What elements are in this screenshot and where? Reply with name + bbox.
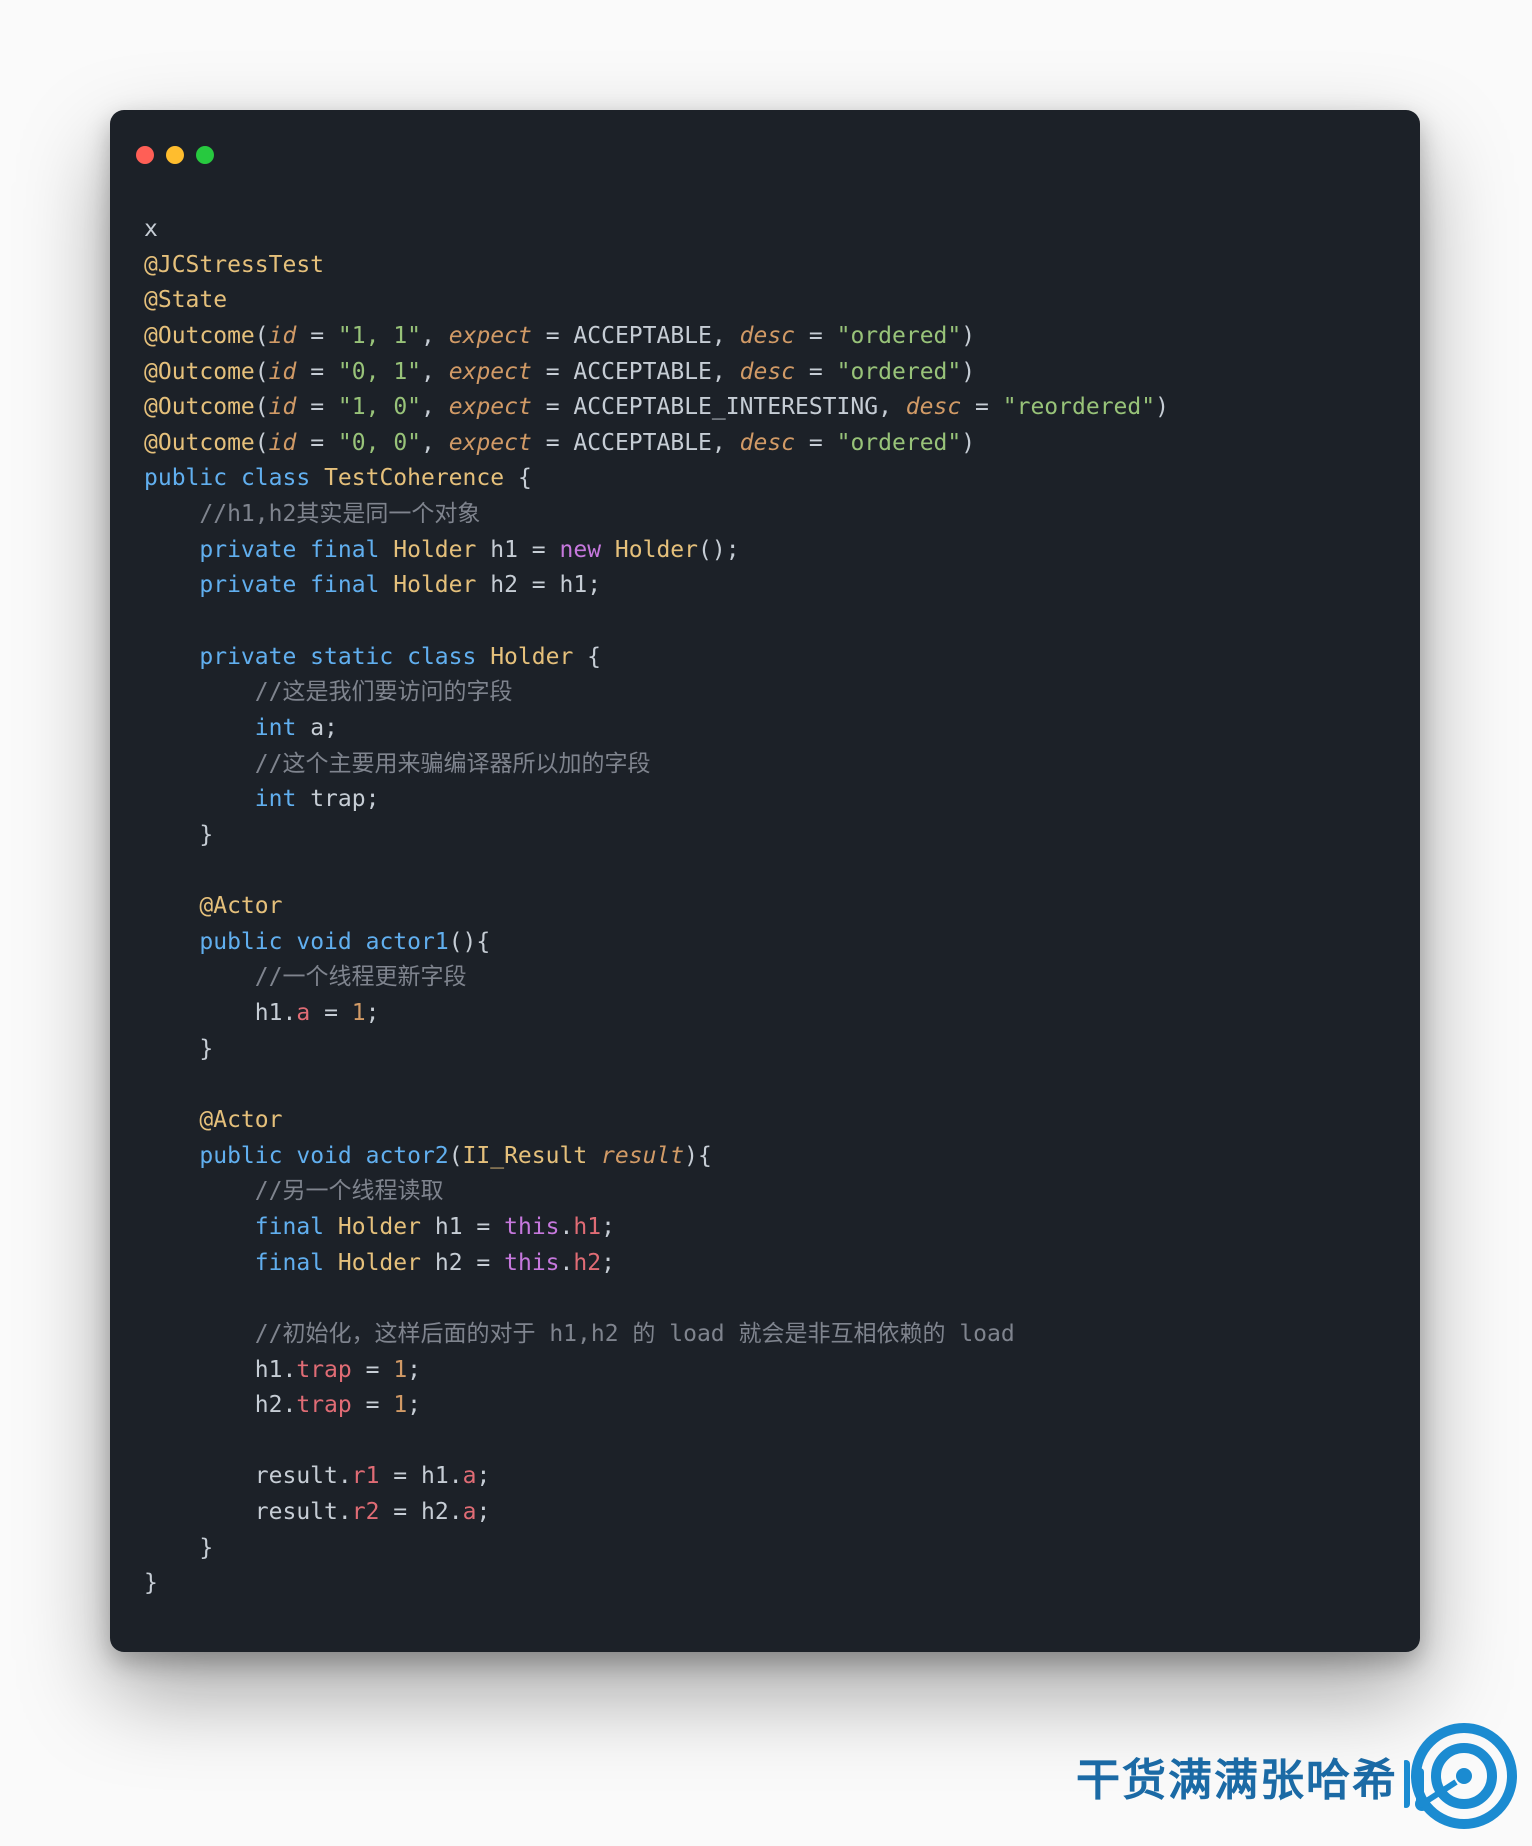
- close-icon[interactable]: [136, 146, 154, 164]
- kw-public: public: [199, 929, 282, 955]
- field: h1: [490, 537, 518, 563]
- outcome-expect: ACCEPTABLE: [573, 359, 711, 385]
- num: 1: [352, 1000, 366, 1026]
- kw-final: final: [255, 1214, 324, 1240]
- comment: //这个主要用来骗编译器所以加的字段: [255, 751, 651, 777]
- kw-mods: private final: [199, 537, 379, 563]
- kw-type: int: [255, 786, 297, 812]
- kw-this: this: [504, 1250, 559, 1276]
- prop: r1: [352, 1463, 380, 1489]
- expr: h1: [255, 1357, 283, 1383]
- outcome-desc: ordered: [850, 323, 947, 349]
- kw-void: void: [296, 929, 351, 955]
- kw-type: int: [255, 715, 297, 741]
- method-name: actor1: [366, 929, 449, 955]
- expr: h1: [560, 572, 588, 598]
- watermark-icon: [1404, 1716, 1524, 1836]
- window-titlebar: [110, 110, 1420, 178]
- outcome-expect: ACCEPTABLE: [573, 430, 711, 456]
- outcome-desc: reordered: [1017, 394, 1142, 420]
- comment: //h1,h2其实是同一个对象: [199, 501, 480, 527]
- annotation-state: @State: [144, 287, 227, 313]
- type: II_Result: [463, 1143, 588, 1169]
- prop: trap: [296, 1357, 351, 1383]
- comment: //这是我们要访问的字段: [255, 679, 513, 705]
- annotation-actor: @Actor: [199, 1107, 282, 1133]
- field: a: [310, 715, 324, 741]
- annotation-outcome: @Outcome: [144, 323, 255, 349]
- kw-public: public: [199, 1143, 282, 1169]
- expr: h2: [255, 1392, 283, 1418]
- type: Holder: [338, 1214, 421, 1240]
- kw-mods: private static class: [199, 644, 476, 670]
- prop: a: [463, 1463, 477, 1489]
- outcome-expect: ACCEPTABLE_INTERESTING: [573, 394, 878, 420]
- type: Holder: [393, 537, 476, 563]
- prop: r2: [352, 1499, 380, 1525]
- num: 1: [393, 1392, 407, 1418]
- type: Holder: [393, 572, 476, 598]
- method-name: actor2: [366, 1143, 449, 1169]
- expr: h1: [255, 1000, 283, 1026]
- field: h2: [490, 572, 518, 598]
- kw-class: class: [241, 465, 310, 491]
- outcome-id: 0, 0: [352, 430, 407, 456]
- code-block: x @JCStressTest @State @Outcome(id = "1,…: [110, 178, 1420, 1612]
- outcome-id: 1, 1: [352, 323, 407, 349]
- type: Holder: [338, 1250, 421, 1276]
- annotation-outcome: @Outcome: [144, 359, 255, 385]
- prop: h1: [573, 1214, 601, 1240]
- kw-void: void: [296, 1143, 351, 1169]
- annotation-outcome: @Outcome: [144, 394, 255, 420]
- annotation-outcome: @Outcome: [144, 430, 255, 456]
- header-x: x: [144, 216, 158, 242]
- expr: result: [255, 1499, 338, 1525]
- minimize-icon[interactable]: [166, 146, 184, 164]
- kw-mods: private final: [199, 572, 379, 598]
- watermark: 干货满满张哈希: [1076, 1716, 1524, 1836]
- num: 1: [393, 1357, 407, 1383]
- annotation-jcstress: @JCStressTest: [144, 252, 324, 278]
- kw-final: final: [255, 1250, 324, 1276]
- outcome-id: 0, 1: [352, 359, 407, 385]
- annotation-actor: @Actor: [199, 893, 282, 919]
- kw-this: this: [504, 1214, 559, 1240]
- prop: a: [296, 1000, 310, 1026]
- var: h2: [435, 1250, 463, 1276]
- expr: h2: [421, 1499, 449, 1525]
- comment: //一个线程更新字段: [255, 964, 467, 990]
- param: result: [601, 1143, 684, 1169]
- prop: trap: [296, 1392, 351, 1418]
- expr: result: [255, 1463, 338, 1489]
- field: trap: [310, 786, 365, 812]
- var: h1: [435, 1214, 463, 1240]
- comment: //另一个线程读取: [255, 1178, 444, 1204]
- outcome-desc: ordered: [850, 359, 947, 385]
- expr: h1: [421, 1463, 449, 1489]
- prop: a: [463, 1499, 477, 1525]
- watermark-text: 干货满满张哈希: [1076, 1744, 1398, 1808]
- type: Holder: [615, 537, 698, 563]
- comment: //初始化，这样后面的对于 h1,h2 的 load 就会是非互相依赖的 loa…: [255, 1321, 1015, 1347]
- kw-new: new: [560, 537, 602, 563]
- prop: h2: [573, 1250, 601, 1276]
- outcome-id: 1, 0: [352, 394, 407, 420]
- class-name: Holder: [490, 644, 573, 670]
- class-name: TestCoherence: [324, 465, 504, 491]
- zoom-icon[interactable]: [196, 146, 214, 164]
- outcome-expect: ACCEPTABLE: [573, 323, 711, 349]
- kw-public: public: [144, 465, 227, 491]
- code-window: x @JCStressTest @State @Outcome(id = "1,…: [110, 110, 1420, 1652]
- outcome-desc: ordered: [850, 430, 947, 456]
